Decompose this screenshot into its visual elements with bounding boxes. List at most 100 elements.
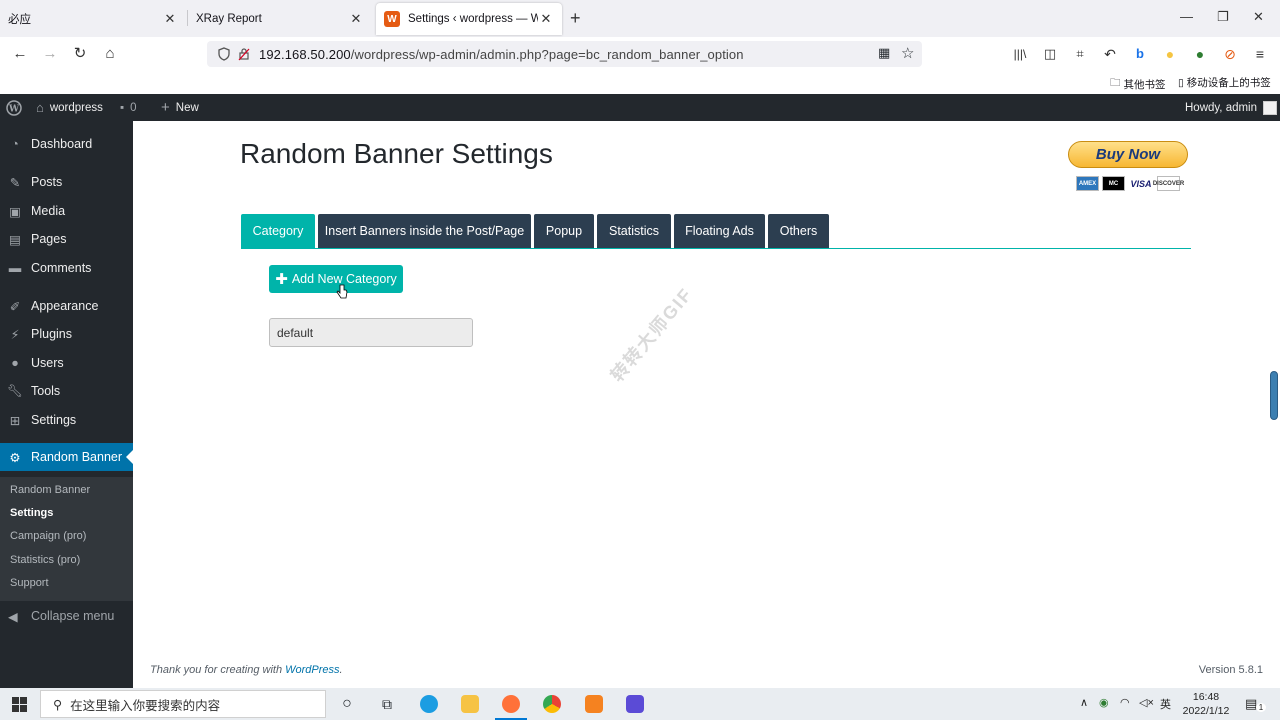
qr-code-icon[interactable]: ▦ bbox=[878, 45, 890, 61]
menu-item-users[interactable]: ● Users bbox=[0, 349, 133, 377]
new-content-link[interactable]: + New bbox=[161, 94, 199, 121]
shield-icon[interactable] bbox=[217, 47, 231, 61]
tab-others[interactable]: Others bbox=[768, 214, 829, 248]
tab-popup[interactable]: Popup bbox=[534, 214, 594, 248]
main-content: Random Banner Settings Buy Now AMEX MC V… bbox=[133, 121, 1280, 688]
plugin-icon: ⚡ bbox=[10, 327, 20, 342]
ime-indicator[interactable]: 英 bbox=[1160, 696, 1171, 712]
buy-now-button[interactable]: Buy Now bbox=[1068, 141, 1188, 168]
insecure-lock-icon[interactable] bbox=[237, 47, 251, 61]
wifi-icon[interactable]: ◠ bbox=[1120, 696, 1130, 709]
menu-label: Users bbox=[31, 356, 64, 370]
restore-icon[interactable]: ❐ bbox=[1217, 9, 1229, 25]
new-tab-icon[interactable]: + bbox=[570, 8, 581, 29]
menu-item-media[interactable]: ▣ Media bbox=[0, 197, 133, 225]
menu-item-dashboard[interactable]: ◔ Dashboard bbox=[0, 130, 133, 158]
edge-icon[interactable] bbox=[409, 692, 449, 716]
wordpress-logo-icon[interactable]: W bbox=[6, 94, 22, 121]
hamburger-menu-icon[interactable]: ≡ bbox=[1249, 43, 1271, 65]
forward-icon[interactable]: → bbox=[39, 43, 61, 65]
notification-badge: 1 bbox=[1256, 703, 1266, 712]
browser-tab-settings[interactable]: W Settings ‹ wordpress — Word ✕ bbox=[376, 3, 562, 35]
amex-card-icon: AMEX bbox=[1076, 176, 1099, 191]
tray-expand-icon[interactable]: ∧ bbox=[1080, 696, 1088, 709]
submenu-item-settings[interactable]: Settings bbox=[10, 507, 53, 519]
browser-tab-bing[interactable]: 必应 ✕ bbox=[0, 0, 186, 37]
minimize-icon[interactable]: — bbox=[1180, 9, 1193, 24]
wp-admin-bar: W ⌂ wordpress ▪ 0 + New Howdy, admin bbox=[0, 94, 1280, 121]
menu-label: Tools bbox=[31, 384, 61, 398]
taskbar-search-input[interactable]: ⚲ 在这里输入你要搜索的内容 bbox=[40, 690, 326, 718]
reload-icon[interactable]: ↻ bbox=[69, 43, 91, 65]
menu-item-plugins[interactable]: ⚡ Plugins bbox=[0, 320, 133, 348]
extension-sun-icon[interactable]: ● bbox=[1159, 43, 1181, 65]
menu-item-comments[interactable]: ▬ Comments bbox=[0, 254, 133, 282]
notification-icon[interactable]: ▤ bbox=[1245, 696, 1257, 712]
menu-item-appearance[interactable]: ✐ Appearance bbox=[0, 292, 133, 320]
tab-statistics[interactable]: Statistics bbox=[597, 214, 671, 248]
volume-icon[interactable]: ◁× bbox=[1139, 696, 1154, 709]
chrome-icon[interactable] bbox=[532, 692, 572, 716]
svg-text:W: W bbox=[8, 104, 20, 114]
extension-green-icon[interactable]: ● bbox=[1189, 43, 1211, 65]
bookmark-folder-mobile[interactable]: ▯ 移动设备上的书签 bbox=[1178, 75, 1271, 90]
close-icon[interactable]: ✕ bbox=[162, 11, 178, 27]
screenshot-icon[interactable]: ⌗ bbox=[1069, 43, 1091, 65]
clock-date: 2022/1/12 bbox=[1182, 705, 1230, 717]
site-name-link[interactable]: ⌂ wordpress bbox=[36, 94, 103, 121]
file-explorer-icon[interactable] bbox=[450, 692, 490, 716]
submenu-item-random-banner[interactable]: Random Banner bbox=[10, 484, 90, 496]
cortana-icon[interactable]: ○ bbox=[327, 692, 367, 716]
app-lightning-icon[interactable] bbox=[615, 692, 655, 716]
browser-tab-xray[interactable]: XRay Report ✕ bbox=[188, 0, 372, 37]
sidebar-icon[interactable]: ◫ bbox=[1039, 43, 1061, 65]
menu-label: Pages bbox=[31, 232, 67, 246]
close-icon[interactable]: ✕ bbox=[538, 11, 554, 27]
menu-item-posts[interactable]: ✎ Posts bbox=[0, 168, 133, 196]
library-icon[interactable]: |||\ bbox=[1009, 43, 1031, 65]
collapse-arrow-icon: ◀ bbox=[8, 609, 18, 624]
settings-tabs: Category Insert Banners inside the Post/… bbox=[241, 214, 1191, 249]
collapse-menu-button[interactable]: ◀ Collapse menu bbox=[0, 605, 133, 627]
home-icon[interactable]: ⌂ bbox=[99, 43, 121, 65]
windows-start-icon[interactable] bbox=[12, 697, 27, 712]
bookmark-folder-other[interactable]: 🗀 其他书签 bbox=[1110, 75, 1166, 93]
xampp-icon[interactable] bbox=[574, 692, 614, 716]
brush-icon: ✐ bbox=[9, 299, 21, 314]
wordpress-link[interactable]: WordPress bbox=[285, 664, 339, 676]
menu-item-settings[interactable]: ⊞ Settings bbox=[0, 406, 133, 434]
submenu-item-support[interactable]: Support bbox=[10, 577, 49, 589]
submenu-item-campaign[interactable]: Campaign (pro) bbox=[10, 530, 86, 542]
menu-item-random-banner[interactable]: ⚙ Random Banner bbox=[0, 443, 133, 471]
admin-sidebar: ◔ Dashboard ✎ Posts ▣ Media ▤ Pages ▬ Comment… bbox=[0, 121, 133, 688]
category-field[interactable]: default bbox=[269, 318, 473, 347]
submenu-item-statistics[interactable]: Statistics (pro) bbox=[10, 554, 80, 566]
back-icon[interactable]: ← bbox=[9, 43, 31, 65]
pages-icon: ▤ bbox=[9, 232, 21, 247]
close-icon[interactable]: ✕ bbox=[348, 11, 364, 27]
my-account-link[interactable]: Howdy, admin bbox=[1185, 94, 1278, 121]
search-icon: ⚲ bbox=[53, 697, 63, 712]
tab-category[interactable]: Category bbox=[241, 214, 315, 248]
extension-block-icon[interactable]: ⊘ bbox=[1219, 43, 1241, 65]
firefox-icon[interactable] bbox=[491, 692, 531, 720]
avatar bbox=[1263, 100, 1278, 115]
wrench-icon: 🔧︎ bbox=[7, 383, 23, 398]
system-clock[interactable]: 16:48 2022/1/12 bbox=[1180, 690, 1232, 718]
menu-item-pages[interactable]: ▤ Pages bbox=[0, 225, 133, 253]
window-close-icon[interactable]: ✕ bbox=[1253, 9, 1264, 25]
settings-icon: ⊞ bbox=[9, 413, 21, 428]
bookmark-star-icon[interactable]: ☆ bbox=[901, 44, 914, 62]
site-name: wordpress bbox=[49, 101, 103, 114]
tab-floating-ads[interactable]: Floating Ads bbox=[674, 214, 765, 248]
menu-item-tools[interactable]: 🔧︎ Tools bbox=[0, 377, 133, 405]
undo-icon[interactable]: ↶ bbox=[1099, 43, 1121, 65]
task-view-icon[interactable]: ⧉ bbox=[367, 692, 407, 716]
tray-app-icon[interactable]: ◉ bbox=[1099, 696, 1109, 709]
comments-link[interactable]: ▪ 0 bbox=[120, 94, 136, 121]
scrollbar-handle[interactable] bbox=[1270, 371, 1278, 420]
tab-insert-banners[interactable]: Insert Banners inside the Post/Page bbox=[318, 214, 531, 248]
bing-extension-icon[interactable]: b bbox=[1129, 43, 1151, 65]
wordpress-favicon-icon: W bbox=[384, 11, 400, 27]
address-bar[interactable]: 192.168.50.200/wordpress/wp-admin/admin.… bbox=[207, 41, 922, 67]
